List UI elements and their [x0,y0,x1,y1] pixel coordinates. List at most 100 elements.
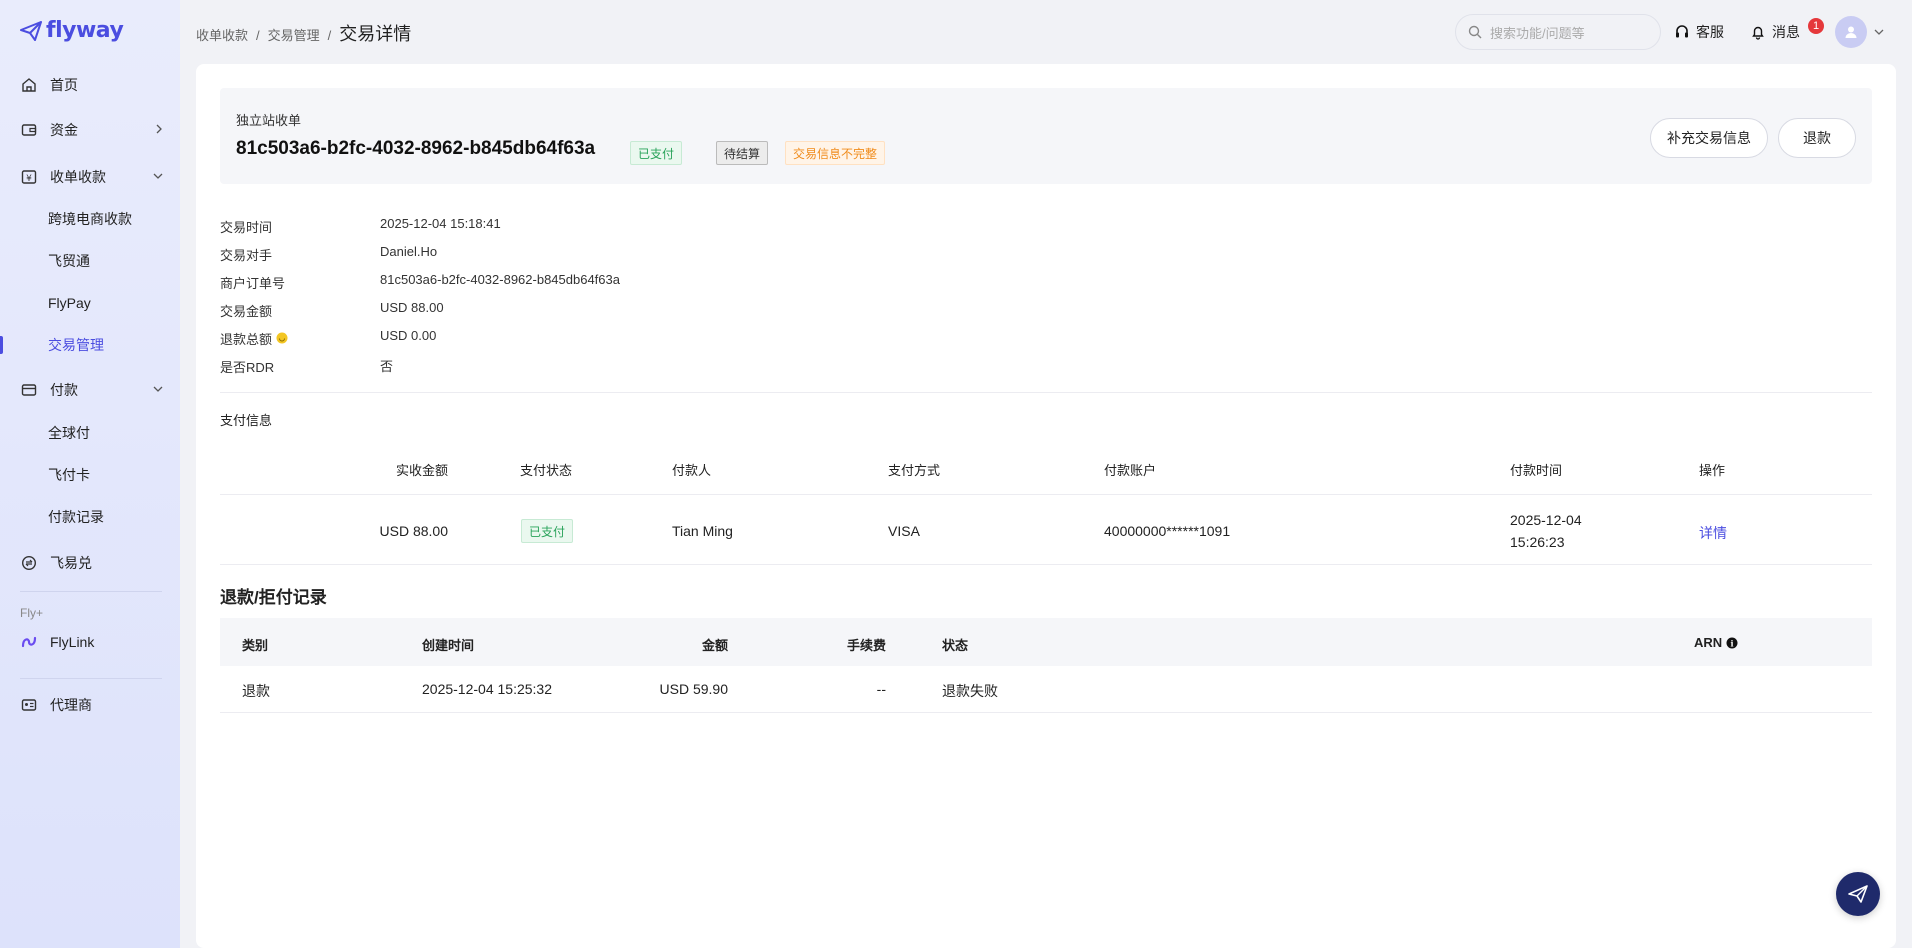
messages-button[interactable]: 消息 [1750,22,1800,42]
detail-label: 交易时间 [220,219,273,235]
payment-time: 15:26:23 [1510,534,1565,550]
sidebar-item-label: 飞付卡 [48,467,90,483]
message-count-badge: 1 [1808,18,1824,34]
sidebar-item-label: FlyLink [50,634,95,650]
detail-label: 商户订单号 [220,275,286,291]
sidebar-item-flylink[interactable]: FlyLink [0,624,180,660]
sidebar-item-pay[interactable]: 付款 [0,372,180,408]
chevron-down-icon[interactable] [1873,27,1885,37]
sidebar-item-label: 收单收款 [50,169,106,185]
service-label: 客服 [1696,24,1724,40]
headset-icon [1676,25,1688,38]
payment-detail-link[interactable]: 详情 [1699,523,1727,543]
detail-label: 是否RDR [220,359,275,375]
refund-amount: USD 59.90 [659,681,728,697]
sidebar-item-label: FlyPay [48,295,91,311]
smile-info-icon[interactable] [276,332,288,344]
breadcrumb-separator: / [327,28,332,43]
avatar[interactable] [1835,16,1867,48]
sidebar-item-label: 全球付 [48,425,90,441]
col-header-arn: ARN [1694,635,1723,650]
transaction-kind: 独立站收单 [236,113,302,128]
logo-text: flyway [46,18,124,43]
col-header-amount: 金额 [701,638,728,653]
payment-amount: USD 88.00 [379,523,448,539]
payment-account: 40000000******1091 [1104,523,1231,539]
yuan-box-icon: ¥ [20,168,38,186]
sidebar-item-fly-card[interactable]: 飞付卡 [0,458,180,492]
sidebar-item-label: 资金 [50,122,78,138]
supplement-info-button[interactable]: 补充交易信息 [1650,118,1768,158]
refund-status: 退款失败 [942,683,998,699]
sidebar-item-feimaotong[interactable]: 飞贸通 [0,244,180,278]
sidebar-item-label: 首页 [50,77,78,93]
col-header-created: 创建时间 [422,638,475,653]
payment-info-title: 支付信息 [220,413,273,428]
sidebar-item-label: 代理商 [50,697,92,713]
exchange-icon [20,554,38,572]
flyway-logo[interactable]: flyway [20,18,124,43]
status-badge-pending-settlement: 待结算 [716,141,769,165]
detail-label: 交易金额 [220,303,273,319]
detail-label: 交易对手 [220,247,273,263]
svg-text:¥: ¥ [26,174,32,184]
section-divider [220,392,1872,393]
table-divider [220,564,1872,565]
status-badge-paid: 已支付 [630,141,683,165]
chevron-down-icon [153,386,163,392]
home-icon [20,76,38,94]
chevron-right-icon [156,124,162,134]
detail-value: USD 0.00 [380,328,437,343]
col-header-account: 付款账户 [1104,463,1157,478]
status-badge-incomplete: 交易信息不完整 [785,141,886,165]
breadcrumb-transactions[interactable]: 交易管理 [268,25,320,44]
sidebar-item-label: 交易管理 [48,337,104,353]
svg-text:i: i [1731,638,1734,648]
detail-value: USD 88.00 [380,300,444,315]
info-icon[interactable]: i [1726,637,1738,649]
customer-service-button[interactable]: 客服 [1674,22,1724,42]
sidebar-item-label: 付款 [50,382,78,398]
col-header-status: 支付状态 [520,463,573,478]
col-header-amount: 实收金额 [395,463,448,478]
detail-value: 81c503a6-b2fc-4032-8962-b845db64f63a [380,272,620,287]
detail-row-time: 交易时间 2025-12-04 15:18:41 [220,216,501,236]
sidebar-item-transactions[interactable]: 交易管理 [0,328,180,362]
sidebar-divider [20,678,162,679]
col-header-method: 支付方式 [888,463,941,478]
floating-assistant-button[interactable] [1836,872,1880,916]
refund-button[interactable]: 退款 [1778,118,1856,158]
refund-records-title: 退款/拒付记录 [220,588,327,607]
messages-label: 消息 [1772,24,1800,40]
sidebar-item-home[interactable]: 首页 [0,67,180,103]
col-header-action: 操作 [1699,463,1726,478]
sidebar-item-exchange[interactable]: 飞易兑 [0,545,180,581]
transaction-summary: 独立站收单 81c503a6-b2fc-4032-8962-b845db64f6… [220,88,1872,184]
wallet-icon [20,121,38,139]
breadcrumb: 收单收款 / 交易管理 / 交易详情 [196,20,411,46]
search-icon [1468,25,1482,39]
col-header-fee: 手续费 [846,638,886,653]
sidebar-item-label: 跨境电商收款 [48,211,132,227]
sidebar: flyway 首页 资金 ¥ 收单收款 跨境电商收款 飞贸通 FlyPay 交易… [0,0,180,948]
sidebar-item-agent[interactable]: 代理商 [0,687,180,723]
group-label-flyplus: Fly+ [20,606,44,620]
col-header-status: 状态 [942,638,969,653]
sidebar-item-global-pay[interactable]: 全球付 [0,416,180,450]
detail-label-wrap: 退款总额 [220,328,380,348]
payment-method: VISA [888,523,920,539]
search-placeholder: 搜索功能/问题等 [1490,25,1585,41]
bell-icon [1752,26,1764,40]
sidebar-item-collect[interactable]: ¥ 收单收款 [0,159,180,195]
sidebar-item-flypay[interactable]: FlyPay [0,286,180,320]
sidebar-item-pay-records[interactable]: 付款记录 [0,500,180,534]
refund-created: 2025-12-04 15:25:32 [422,681,552,697]
search-input[interactable]: 搜索功能/问题等 [1455,14,1661,50]
payment-payer: Tian Ming [672,523,733,539]
id-card-icon [20,696,38,714]
col-header-arn-wrap: ARN i [1694,635,1738,650]
transaction-id: 81c503a6-b2fc-4032-8962-b845db64f63a [236,138,596,159]
breadcrumb-collect[interactable]: 收单收款 [196,25,248,44]
sidebar-item-funds[interactable]: 资金 [0,112,180,148]
sidebar-item-ecommerce[interactable]: 跨境电商收款 [0,202,180,236]
